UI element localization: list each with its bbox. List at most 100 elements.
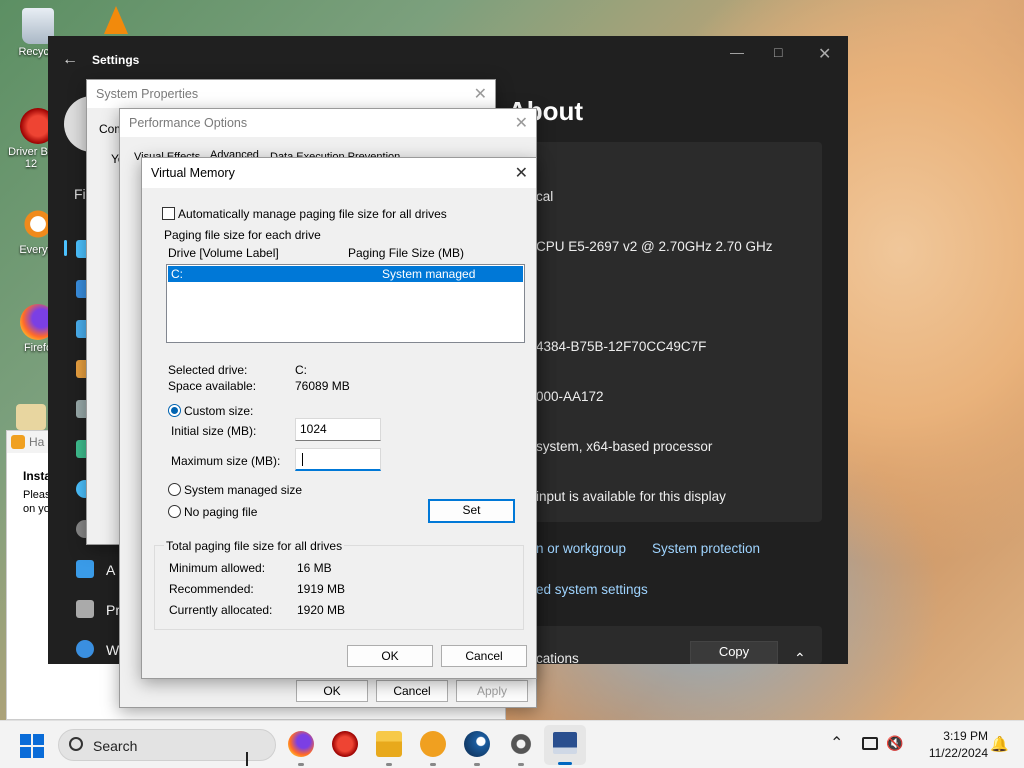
notification-icon[interactable]: 🔔 [990,735,1009,753]
half-life-desktop-icon[interactable] [16,404,46,430]
min-allowed-value: 16 MB [297,561,332,575]
maximum-size-label: Maximum size (MB): [171,454,281,468]
drive-paging-size: System managed [382,267,476,281]
vlc-icon[interactable] [104,6,128,34]
auto-manage-checkbox[interactable] [162,207,175,220]
domain-workgroup-link[interactable]: n or workgroup [536,541,626,556]
no-paging-label[interactable]: No paging file [184,505,257,519]
taskbar: Search ⌃ 🔇 3:19 PM 11/22/2024 🔔 [0,720,1024,768]
mouse-cursor-icon [246,752,248,766]
space-available-label: Space available: [168,379,257,393]
dialog-titlebar: System Properties ✕ [87,80,495,108]
running-indicator [518,763,524,766]
dialog-title: Performance Options [129,116,248,130]
drive-list[interactable]: C: System managed [166,264,525,343]
cancel-button[interactable]: Cancel [376,680,448,702]
recommended-label: Recommended: [169,582,254,596]
nav-text-fragment[interactable]: W [106,642,119,658]
nav-text-fragment[interactable]: A [106,562,115,578]
privacy-nav-icon[interactable] [76,600,94,618]
section-header: cations [536,651,579,666]
dialog-titlebar: Performance Options ✕ [120,109,536,137]
column-header-size: Paging File Size (MB) [348,246,465,260]
system-protection-link[interactable]: System protection [652,541,760,556]
no-paging-radio[interactable] [168,505,181,518]
running-indicator [298,763,304,766]
accessibility-nav-icon[interactable] [76,560,94,578]
auto-manage-label[interactable]: Automatically manage paging file size fo… [178,207,447,221]
custom-size-radio[interactable] [168,404,181,417]
dialog-title: Virtual Memory [151,166,235,180]
allocated-label: Currently allocated: [169,603,273,617]
recommended-value: 1919 MB [297,582,346,596]
selected-drive-value: C: [295,363,307,377]
selected-drive-label: Selected drive: [168,363,248,377]
spec-value: system, x64-based processor [536,439,713,454]
cancel-button[interactable]: Cancel [441,645,527,667]
half-life-icon[interactable] [420,731,446,757]
time-display[interactable]: 3:19 PM [934,729,988,743]
date-display[interactable]: 11/22/2024 [916,746,988,760]
steam-icon[interactable] [464,731,490,757]
search-placeholder: Search [93,738,138,754]
installer-line: Pleas [23,489,51,501]
close-icon[interactable]: ✕ [818,44,831,64]
maximize-icon[interactable]: □ [774,44,782,60]
installer-heading: Insta [23,469,52,483]
installer-line: on yo [23,503,50,515]
ok-button[interactable]: OK [347,645,433,667]
initial-size-label: Initial size (MB): [171,424,257,438]
volume-muted-icon[interactable]: 🔇 [886,735,903,752]
copy-button[interactable]: Copy [690,641,778,664]
drive-letter: C: [171,267,183,281]
dialog-title: System Properties [96,87,199,101]
minimize-icon[interactable]: — [730,44,744,60]
half-life-icon [11,435,25,449]
per-drive-group-label: Paging file size for each drive [164,228,321,242]
start-button[interactable] [20,734,44,758]
running-indicator [430,763,436,766]
back-arrow-icon[interactable]: ← [48,51,92,69]
system-properties-app-icon [553,732,577,754]
nav-text-fragment[interactable]: Fi [74,186,86,202]
settings-gear-icon[interactable] [508,731,534,757]
system-managed-label[interactable]: System managed size [184,483,302,497]
driver-booster-icon[interactable] [332,731,358,757]
min-allowed-label: Minimum allowed: [169,561,266,575]
running-indicator [386,763,392,766]
space-available-value: 76089 MB [295,379,350,393]
maximum-size-input[interactable] [295,448,381,471]
chevron-up-icon[interactable]: ⌃ [830,733,843,753]
search-box[interactable]: Search [58,729,276,761]
nav-selection-indicator [64,240,67,256]
system-managed-radio[interactable] [168,483,181,496]
nav-text-fragment[interactable]: Pr [106,602,120,618]
dialog-titlebar: Virtual Memory ✕ [142,158,536,188]
file-explorer-icon[interactable] [376,731,402,757]
firefox-icon[interactable] [288,731,314,757]
spec-value: input is available for this display [536,489,726,504]
running-indicator [474,763,480,766]
spec-value: cal [536,189,554,204]
column-header-drive: Drive [Volume Label] [168,246,279,260]
windows-update-nav-icon[interactable] [76,640,94,658]
spec-value: CPU E5-2697 v2 @ 2.70GHz 2.70 GHz [536,239,773,254]
installer-title: Ha [29,435,45,449]
active-app-highlight[interactable] [544,725,586,765]
chevron-up-icon[interactable]: ⌃ [794,650,806,667]
settings-title: Settings [92,53,140,67]
custom-size-label[interactable]: Custom size: [184,404,253,418]
spec-value: 000-AA172 [536,389,604,404]
close-icon[interactable]: ✕ [515,163,528,183]
close-icon[interactable]: ✕ [515,113,528,133]
totals-group-label: Total paging file size for all drives [164,539,345,553]
apply-button[interactable]: Apply [456,680,528,702]
ok-button[interactable]: OK [296,680,368,702]
set-button[interactable]: Set [428,499,515,523]
list-item[interactable]: C: System managed [168,266,523,282]
initial-size-input[interactable]: 1024 [295,418,381,441]
close-icon[interactable]: ✕ [474,84,487,104]
network-icon[interactable] [862,737,878,750]
running-indicator [558,762,572,765]
advanced-system-settings-link[interactable]: ed system settings [536,582,648,597]
